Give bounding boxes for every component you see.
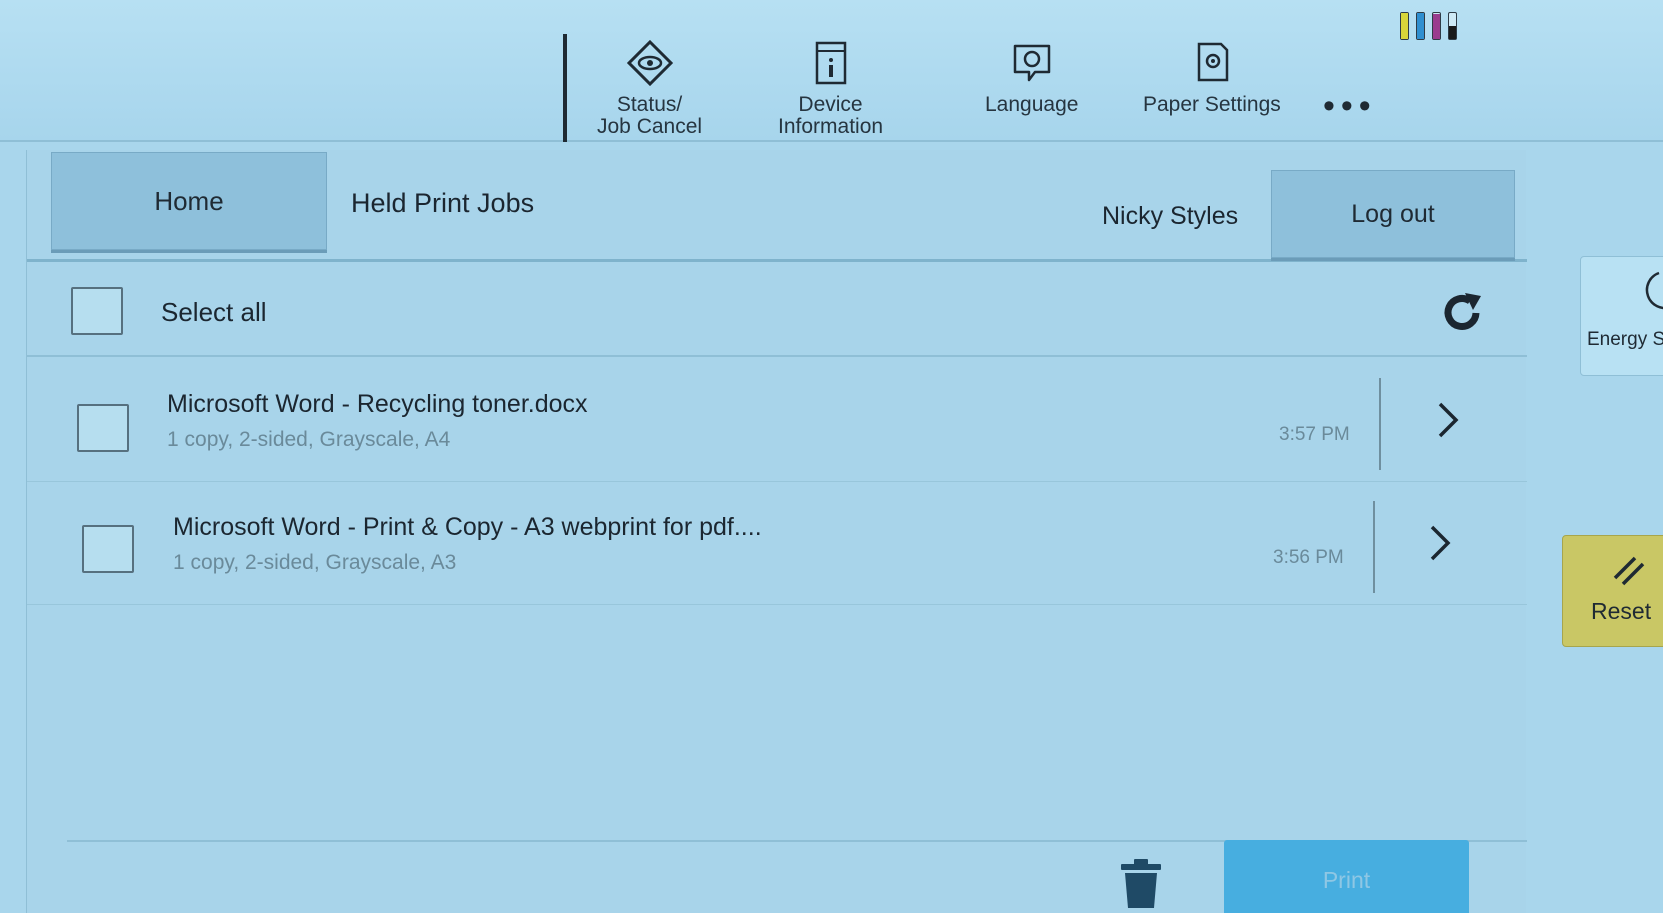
print-button[interactable]: Print xyxy=(1224,840,1469,913)
job-row[interactable]: Microsoft Word - Print & Copy - A3 webpr… xyxy=(27,485,1527,605)
toner-cyan xyxy=(1416,12,1425,40)
more-options-button[interactable]: ••• xyxy=(1323,89,1377,123)
reset-label: Reset xyxy=(1591,598,1652,624)
device-information-button[interactable]: Device Information xyxy=(778,40,883,138)
held-jobs-panel: Home Held Print Jobs Nicky Styles Log ou… xyxy=(26,150,1527,913)
energy-saver-button[interactable]: Energy S xyxy=(1580,256,1663,376)
chevron-right-icon[interactable] xyxy=(1427,523,1453,563)
paper-settings-label: Paper Settings xyxy=(1143,93,1281,116)
info-document-icon xyxy=(815,41,846,85)
home-button[interactable]: Home xyxy=(51,152,327,250)
energy-saver-label: Energy S xyxy=(1587,329,1663,350)
logout-button[interactable]: Log out xyxy=(1271,170,1515,258)
device-information-label: Device Information xyxy=(778,93,884,138)
toner-levels xyxy=(1400,12,1457,40)
reset-slash-icon xyxy=(1613,556,1645,586)
status-job-cancel-label: Status/ Job Cancel xyxy=(597,93,703,138)
printer-panel-screen: Status/ Job Cancel Device Information La… xyxy=(0,0,1663,913)
moon-icon xyxy=(1645,271,1663,310)
top-toolbar: Status/ Job Cancel Device Information La… xyxy=(0,0,1663,142)
paper-settings-button[interactable]: Paper Settings xyxy=(1143,40,1281,116)
job-separator xyxy=(1379,378,1381,470)
job-checkbox[interactable] xyxy=(77,404,129,452)
job-title: Microsoft Word - Recycling toner.docx xyxy=(167,390,588,418)
toner-magenta xyxy=(1432,12,1441,40)
toolbar-divider xyxy=(563,34,567,142)
job-title: Microsoft Word - Print & Copy - A3 webpr… xyxy=(173,513,762,541)
language-label: Language xyxy=(985,93,1079,116)
paper-gear-icon xyxy=(1197,42,1229,82)
eye-diamond-icon xyxy=(626,40,673,86)
trash-icon[interactable] xyxy=(1119,858,1163,910)
chevron-right-icon[interactable] xyxy=(1435,400,1461,440)
job-time: 3:57 PM xyxy=(1279,424,1350,445)
job-details: 1 copy, 2-sided, Grayscale, A4 xyxy=(167,428,451,451)
refresh-icon[interactable] xyxy=(1439,290,1485,336)
page-title: Held Print Jobs xyxy=(351,188,535,218)
header-row: Home Held Print Jobs Nicky Styles Log ou… xyxy=(27,150,1527,262)
language-button[interactable]: Language xyxy=(985,40,1078,116)
toner-black xyxy=(1448,12,1457,40)
select-all-label: Select all xyxy=(161,297,267,327)
status-job-cancel-button[interactable]: Status/ Job Cancel xyxy=(597,40,702,138)
job-time: 3:56 PM xyxy=(1273,547,1344,568)
job-details: 1 copy, 2-sided, Grayscale, A3 xyxy=(173,551,457,574)
user-name: Nicky Styles xyxy=(1102,202,1239,230)
reset-button[interactable]: Reset xyxy=(1562,535,1663,647)
job-separator xyxy=(1373,501,1375,593)
select-all-checkbox[interactable] xyxy=(71,287,123,335)
job-checkbox[interactable] xyxy=(82,525,134,573)
toner-yellow xyxy=(1400,12,1409,40)
job-row[interactable]: Microsoft Word - Recycling toner.docx 1 … xyxy=(27,362,1527,482)
select-all-row: Select all xyxy=(27,265,1527,357)
language-bubble-icon xyxy=(1013,44,1050,82)
